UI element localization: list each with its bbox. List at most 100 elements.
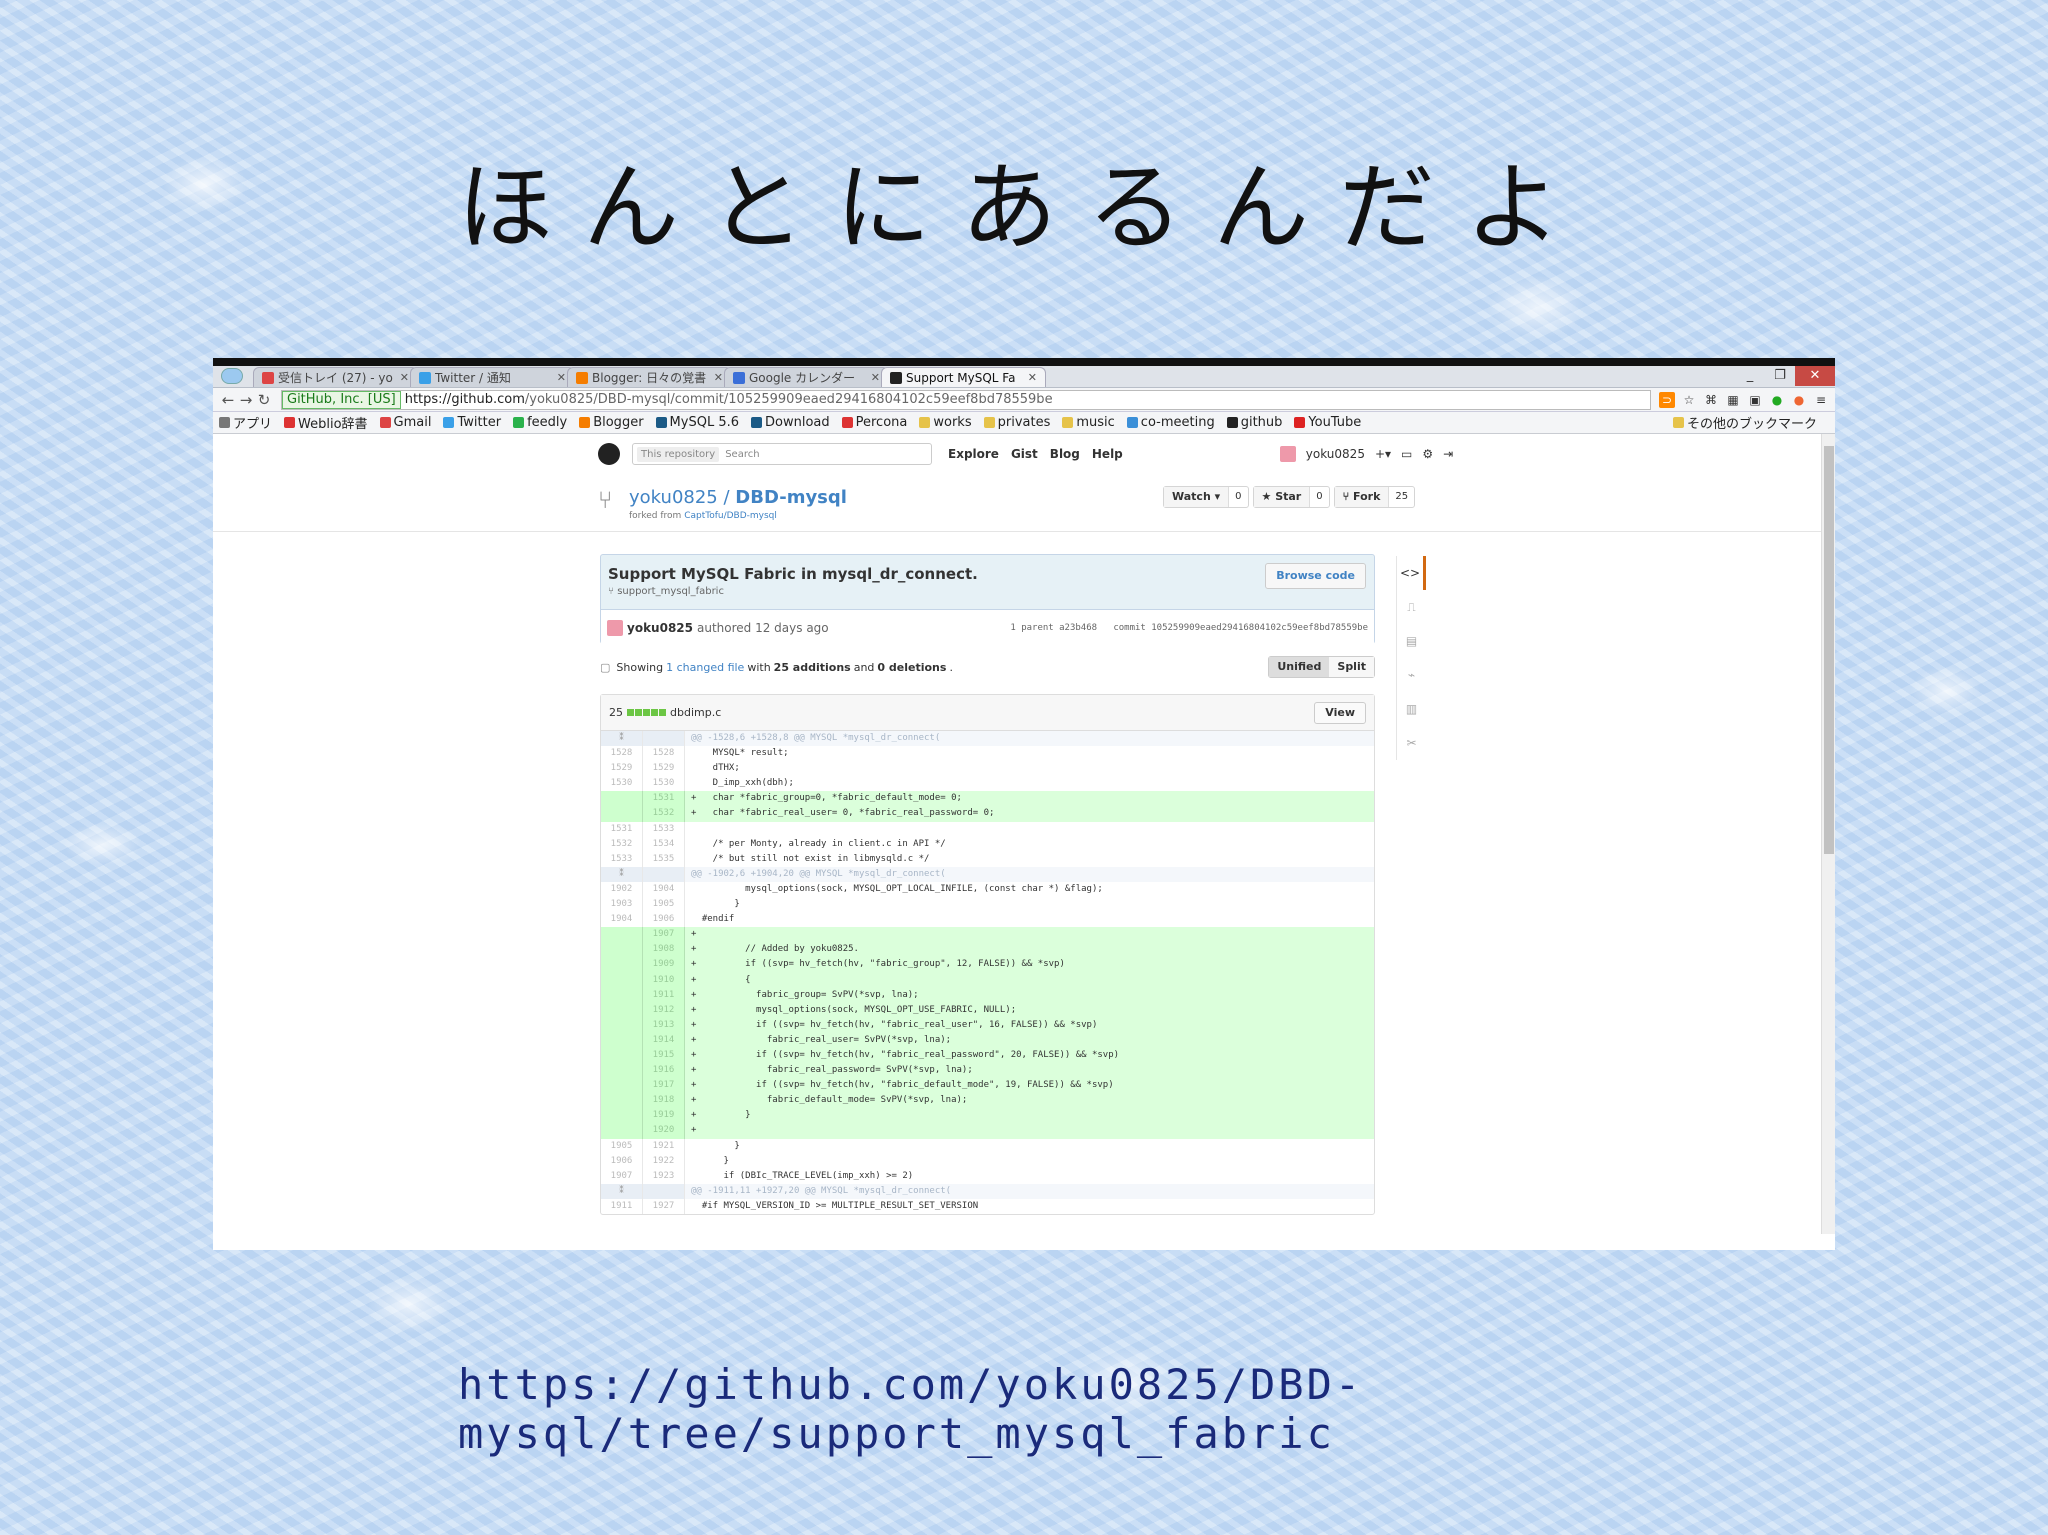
new-line-number[interactable]: 1910 xyxy=(643,972,685,988)
old-line-number[interactable] xyxy=(601,972,643,988)
other-bookmarks[interactable]: その他のブックマーク xyxy=(1672,413,1817,432)
star-bookmark-icon[interactable]: ☆ xyxy=(1681,392,1697,408)
new-line-number[interactable]: 1905 xyxy=(643,897,685,913)
bookmark-item[interactable]: Download xyxy=(751,413,830,432)
old-line-number[interactable]: 1531 xyxy=(601,821,643,837)
bookmark-item[interactable]: works xyxy=(919,413,972,432)
old-line-number[interactable]: 1907 xyxy=(601,1168,643,1184)
extension-icon[interactable]: ● xyxy=(1769,392,1785,408)
new-line-number[interactable]: 1913 xyxy=(643,1017,685,1033)
nav-link[interactable]: Blog xyxy=(1050,447,1080,461)
new-line-number[interactable]: 1535 xyxy=(643,851,685,867)
side-nav-icon[interactable]: ▤ xyxy=(1397,624,1426,658)
bookmark-item[interactable]: privates xyxy=(983,413,1050,432)
tab-close-icon[interactable]: ✕ xyxy=(1028,371,1037,384)
nav-link[interactable]: Gist xyxy=(1011,447,1038,461)
old-line-number[interactable]: 1905 xyxy=(601,1138,643,1154)
new-line-number[interactable]: 1922 xyxy=(643,1153,685,1169)
old-line-number[interactable]: 1911 xyxy=(601,1198,643,1214)
fork-button[interactable]: ⑂ Fork 25 xyxy=(1333,486,1416,508)
browser-tab[interactable]: Blogger: 日々の覚書 ✕ xyxy=(567,367,732,387)
bookmark-item[interactable]: github xyxy=(1226,413,1282,432)
old-line-number[interactable] xyxy=(601,1017,643,1033)
tab-close-icon[interactable]: ✕ xyxy=(557,371,566,384)
old-line-number[interactable]: 1904 xyxy=(601,912,643,928)
new-line-number[interactable]: 1911 xyxy=(643,987,685,1003)
new-line-number[interactable]: 1528 xyxy=(643,746,685,762)
watch-count[interactable]: 0 xyxy=(1228,487,1247,507)
star-count[interactable]: 0 xyxy=(1309,487,1328,507)
old-line-number[interactable]: 1530 xyxy=(601,776,643,792)
new-line-number[interactable]: 1916 xyxy=(643,1063,685,1079)
new-line-number[interactable]: 1530 xyxy=(643,776,685,792)
view-file-button[interactable]: View xyxy=(1314,701,1366,724)
new-line-number[interactable]: 1904 xyxy=(643,881,685,898)
old-line-number[interactable] xyxy=(601,1123,643,1139)
old-line-number[interactable]: 1532 xyxy=(601,836,643,852)
old-line-number[interactable] xyxy=(601,1078,643,1094)
forward-button[interactable]: → xyxy=(237,391,255,409)
side-nav-icon[interactable]: ▥ xyxy=(1397,692,1426,726)
fork-count[interactable]: 25 xyxy=(1388,487,1414,507)
new-line-number[interactable]: 1921 xyxy=(643,1138,685,1154)
changed-files-link[interactable]: 1 changed file xyxy=(666,661,744,674)
new-line-number[interactable]: 1927 xyxy=(643,1198,685,1214)
new-line-number[interactable]: 1917 xyxy=(643,1078,685,1094)
side-nav-icon[interactable]: ✂ xyxy=(1397,726,1426,760)
rss-icon[interactable]: ⊃ xyxy=(1659,391,1675,408)
bookmark-item[interactable]: Gmail xyxy=(379,413,431,432)
new-line-number[interactable]: 1529 xyxy=(643,761,685,777)
bookmark-item[interactable]: YouTube xyxy=(1294,413,1361,432)
unified-button[interactable]: Unified xyxy=(1269,657,1330,677)
new-line-number[interactable]: 1920 xyxy=(643,1123,685,1139)
menu-icon[interactable]: ≡ xyxy=(1813,392,1829,408)
minimize-button[interactable]: _ xyxy=(1735,366,1765,386)
file-name[interactable]: dbdimp.c xyxy=(670,706,721,719)
page-scrollbar[interactable] xyxy=(1821,434,1835,1234)
avatar[interactable] xyxy=(1279,446,1296,462)
search-input[interactable]: This repository Search xyxy=(632,443,932,465)
extension-icon[interactable]: ▦ xyxy=(1725,392,1741,408)
browse-code-button[interactable]: Browse code xyxy=(1265,563,1366,589)
new-line-number[interactable] xyxy=(643,1183,685,1199)
side-nav-icon[interactable]: <> xyxy=(1397,556,1426,590)
browser-tab[interactable]: Google カレンダー ✕ xyxy=(724,367,889,387)
old-line-number[interactable] xyxy=(601,987,643,1003)
split-button[interactable]: Split xyxy=(1329,657,1374,677)
commit-author[interactable]: yoku0825 xyxy=(627,621,693,635)
toc-icon[interactable]: ▢ xyxy=(600,661,610,674)
new-line-number[interactable]: 1912 xyxy=(643,1002,685,1018)
new-line-number[interactable]: 1531 xyxy=(643,791,685,807)
old-line-number[interactable] xyxy=(601,1093,643,1109)
old-line-number[interactable] xyxy=(601,927,643,943)
new-line-number[interactable]: 1919 xyxy=(643,1108,685,1124)
side-nav-icon[interactable]: ⎍ xyxy=(1397,590,1426,624)
github-logo-icon[interactable] xyxy=(598,443,620,465)
inbox-icon[interactable]: ▭ xyxy=(1401,447,1412,461)
maximize-button[interactable]: ❐ xyxy=(1765,366,1795,386)
old-line-number[interactable] xyxy=(601,1032,643,1048)
old-line-number[interactable] xyxy=(601,1063,643,1079)
old-line-number[interactable] xyxy=(601,806,643,822)
forked-from-link[interactable]: CaptTofu/DBD-mysql xyxy=(684,511,777,521)
new-line-number[interactable]: 1908 xyxy=(643,942,685,958)
extension-icon[interactable]: ⌘ xyxy=(1703,392,1719,408)
new-line-number[interactable]: 1915 xyxy=(643,1047,685,1064)
security-badge[interactable]: GitHub, Inc. [US] xyxy=(282,390,401,409)
new-line-number[interactable] xyxy=(643,731,685,747)
new-line-number[interactable]: 1918 xyxy=(643,1093,685,1109)
repo-owner-link[interactable]: yoku0825 xyxy=(629,487,718,508)
bookmark-item[interactable]: MySQL 5.6 xyxy=(655,413,739,432)
tab-close-icon[interactable]: ✕ xyxy=(871,371,880,384)
side-nav-icon[interactable]: ⌁ xyxy=(1397,658,1426,692)
bookmark-item[interactable]: feedly xyxy=(513,413,567,432)
old-line-number[interactable] xyxy=(601,942,643,958)
new-line-number[interactable]: 1909 xyxy=(643,957,685,973)
old-line-number[interactable] xyxy=(601,791,643,807)
url-input[interactable]: GitHub, Inc. [US] https://github.com/yok… xyxy=(281,389,1651,410)
new-line-number[interactable]: 1923 xyxy=(643,1168,685,1184)
tab-close-icon[interactable]: ✕ xyxy=(714,371,723,384)
new-line-number[interactable]: 1533 xyxy=(643,821,685,837)
bookmark-item[interactable]: アプリ xyxy=(219,413,272,432)
author-avatar[interactable] xyxy=(607,619,623,636)
